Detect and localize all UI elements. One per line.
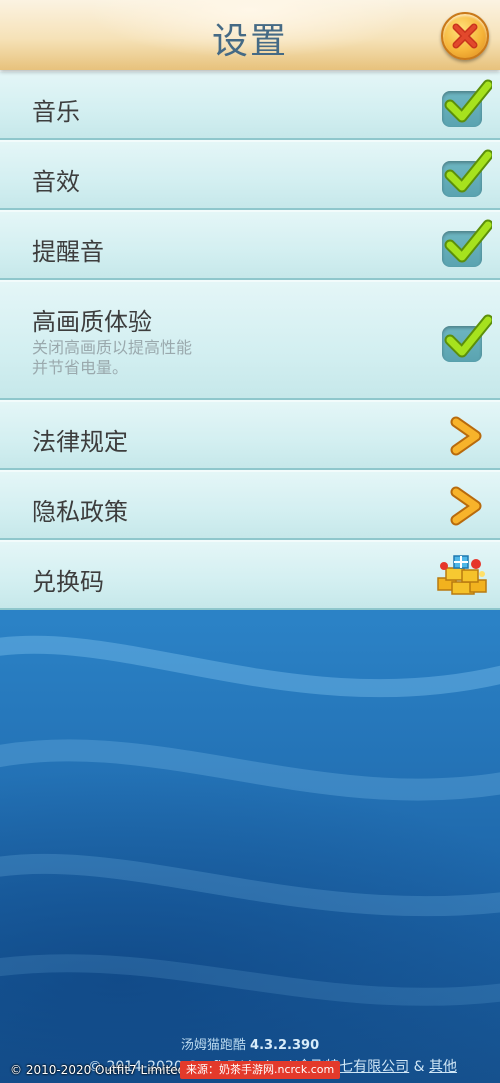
gift-treasure-icon <box>437 555 487 595</box>
close-icon <box>452 23 478 49</box>
checkmark-icon <box>444 219 492 263</box>
setting-row-privacy[interactable]: 隐私政策 <box>0 470 500 540</box>
checkmark-icon <box>444 314 492 358</box>
setting-label-privacy: 隐私政策 <box>32 498 128 526</box>
close-button[interactable] <box>441 12 489 60</box>
setting-description-line1: 关闭高画质以提高性能 <box>32 338 193 357</box>
setting-label-redeem-code: 兑换码 <box>32 568 104 596</box>
game-name: 汤姆猫跑酷 <box>180 1038 246 1053</box>
checkmark-icon <box>444 149 492 193</box>
setting-label-legal: 法律规定 <box>32 428 128 456</box>
setting-label-music: 音乐 <box>32 98 80 126</box>
setting-row-redeem-code[interactable]: 兑换码 <box>0 540 500 610</box>
setting-label-reminder: 提醒音 <box>32 238 104 266</box>
ampersand-text: & <box>413 1059 425 1075</box>
version-number: 4.3.2.390 <box>250 1038 320 1053</box>
setting-description-line2: 并节省电量。 <box>32 358 129 377</box>
music-checkbox[interactable] <box>442 79 492 129</box>
source-watermark: 来源：奶茶手游网.ncrck.com <box>180 1061 341 1079</box>
setting-label-high-quality: 高画质体验 <box>32 308 152 336</box>
setting-row-high-quality[interactable]: 高画质体验 关闭高画质以提高性能 并节省电量。 <box>0 280 500 400</box>
setting-row-reminder[interactable]: 提醒音 <box>0 210 500 280</box>
checkmark-icon <box>444 79 492 123</box>
page-title: 设置 <box>211 21 288 62</box>
background-light-streaks <box>0 635 500 1006</box>
reminder-checkbox[interactable] <box>442 219 492 269</box>
settings-list: 音乐 音效 提醒音 高画质体验 关闭高画质以提高性能 并节省电量。 法律规定 隐… <box>0 70 500 610</box>
header-bar: 设置 <box>0 0 500 70</box>
chevron-right-icon <box>450 486 482 526</box>
high-quality-checkbox[interactable] <box>442 314 492 364</box>
sfx-checkbox[interactable] <box>442 149 492 199</box>
setting-row-sfx[interactable]: 音效 <box>0 140 500 210</box>
setting-row-legal[interactable]: 法律规定 <box>0 400 500 470</box>
other-link[interactable]: 其他 <box>429 1059 457 1075</box>
setting-label-sfx: 音效 <box>32 168 80 196</box>
chevron-right-icon <box>450 416 482 456</box>
setting-row-music[interactable]: 音乐 <box>0 70 500 140</box>
version-info: 汤姆猫跑酷 4.3.2.390 <box>0 1034 500 1053</box>
